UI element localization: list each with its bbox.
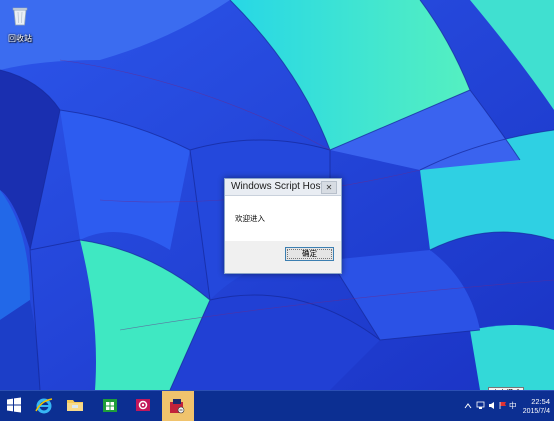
desktop-icon-recycle-bin[interactable]: 回收站 <box>4 6 36 44</box>
taskbar: 中 22:54 2015/7/4 <box>0 390 554 421</box>
store-icon <box>103 399 117 412</box>
taskbar-media[interactable] <box>129 391 158 421</box>
message-box-dialog[interactable]: Windows Script Host ✕ 欢迎进入 确定 <box>224 178 342 274</box>
dialog-title-bar[interactable]: Windows Script Host ✕ <box>225 179 341 196</box>
dialog-button-bar: 确定 <box>225 241 341 273</box>
ie-icon <box>35 398 53 414</box>
network-icon[interactable] <box>476 401 485 410</box>
clock-time: 22:54 <box>531 397 550 406</box>
dialog-content: 欢迎进入 <box>225 196 341 241</box>
flag-icon[interactable] <box>499 401 507 410</box>
windows-logo-icon <box>7 397 21 413</box>
dialog-message: 欢迎进入 <box>235 214 265 223</box>
taskbar-clock[interactable]: 22:54 2015/7/4 <box>508 391 550 415</box>
start-button[interactable] <box>0 391 29 421</box>
close-button[interactable]: ✕ <box>321 181 337 194</box>
media-icon <box>136 399 150 411</box>
taskbar-store[interactable] <box>96 391 125 421</box>
recycle-bin-icon <box>12 7 28 26</box>
ok-button[interactable]: 确定 <box>285 247 334 261</box>
clock-date: 2015/7/4 <box>522 408 550 415</box>
desktop-icon-label: 回收站 <box>8 34 32 43</box>
taskbar-script-host[interactable] <box>162 391 194 421</box>
chevron-up-icon[interactable] <box>464 402 472 410</box>
folder-icon <box>67 400 83 411</box>
volume-icon[interactable] <box>488 401 497 410</box>
desktop[interactable]: 回收站 Windows Script Host ✕ 欢迎进入 确定 <box>0 0 554 390</box>
taskbar-internet-explorer[interactable] <box>29 391 58 421</box>
script-icon <box>170 399 185 414</box>
taskbar-file-explorer[interactable] <box>60 391 89 421</box>
dialog-title: Windows Script Host <box>231 181 324 192</box>
